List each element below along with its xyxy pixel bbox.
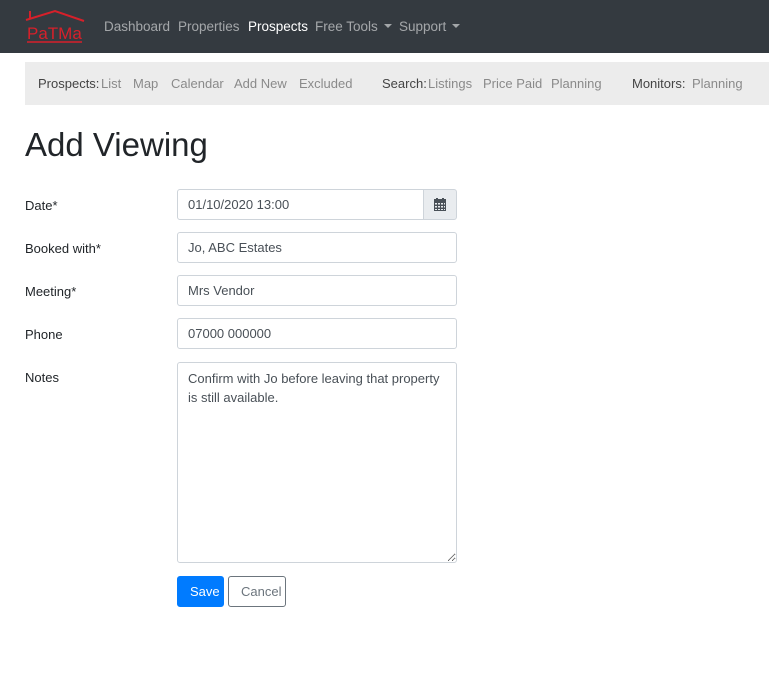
subnav-listings[interactable]: Listings — [428, 76, 472, 91]
sub-navbar: Prospects: List Map Calendar Add New Exc… — [25, 62, 769, 105]
caret-down-icon — [452, 24, 461, 28]
nav-support[interactable]: Support — [399, 19, 461, 34]
patma-logo[interactable]: PaTMa — [24, 8, 86, 46]
caret-down-icon — [383, 24, 392, 28]
nav-dashboard[interactable]: Dashboard — [104, 19, 170, 34]
phone-input[interactable] — [177, 318, 457, 349]
meeting-input[interactable] — [177, 275, 457, 306]
date-input[interactable] — [177, 189, 424, 220]
subnav-map[interactable]: Map — [133, 76, 158, 91]
booked-with-label: Booked with* — [25, 241, 101, 256]
nav-free-tools[interactable]: Free Tools — [315, 19, 392, 34]
search-label: Search: — [382, 76, 427, 91]
subnav-list[interactable]: List — [101, 76, 121, 91]
calendar-icon — [434, 198, 446, 211]
save-button[interactable]: Save — [177, 576, 224, 607]
monitors-label: Monitors: — [632, 76, 686, 91]
subnav-planning-search[interactable]: Planning — [551, 76, 602, 91]
top-navbar: PaTMa Dashboard Properties Prospects Fre… — [0, 0, 769, 53]
phone-label: Phone — [25, 327, 63, 342]
nav-properties[interactable]: Properties — [178, 19, 240, 34]
nav-prospects[interactable]: Prospects — [248, 19, 308, 34]
date-label: Date* — [25, 198, 58, 213]
page-title: Add Viewing — [25, 126, 208, 163]
notes-textarea[interactable]: Confirm with Jo before leaving that prop… — [177, 362, 457, 563]
prospects-label: Prospects: — [38, 76, 100, 91]
meeting-label: Meeting* — [25, 284, 77, 299]
subnav-calendar[interactable]: Calendar — [171, 76, 224, 91]
subnav-add-new[interactable]: Add New — [234, 76, 287, 91]
subnav-price-paid[interactable]: Price Paid — [483, 76, 542, 91]
subnav-excluded[interactable]: Excluded — [299, 76, 352, 91]
subnav-planning-monitor[interactable]: Planning — [692, 76, 743, 91]
notes-label: Notes — [25, 370, 59, 385]
svg-text:PaTMa: PaTMa — [27, 24, 82, 43]
nav-free-tools-label: Free Tools — [315, 19, 378, 34]
date-picker-button[interactable] — [423, 189, 457, 220]
cancel-button[interactable]: Cancel — [228, 576, 286, 607]
nav-support-label: Support — [399, 19, 447, 34]
booked-with-input[interactable] — [177, 232, 457, 263]
